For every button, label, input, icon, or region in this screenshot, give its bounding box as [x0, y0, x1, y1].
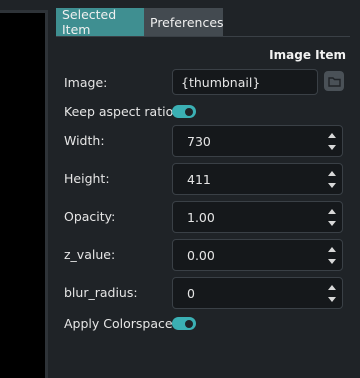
tab-selected-item[interactable]: Selected Item — [56, 7, 144, 37]
height-label: Height: — [64, 171, 110, 186]
browse-button[interactable] — [324, 71, 344, 91]
section-title: Image Item — [269, 48, 346, 62]
blur-radius-spinbox[interactable]: 0 — [172, 277, 343, 309]
chevron-up-icon — [328, 208, 336, 214]
chevron-up-icon — [328, 284, 336, 290]
toggle-knob — [185, 319, 193, 328]
chevron-up-icon — [328, 170, 336, 176]
z-value-increment[interactable] — [327, 245, 337, 253]
apply-colorspace-label: Apply Colorspace: — [64, 316, 177, 331]
width-spinbox[interactable]: 730 — [172, 125, 343, 157]
chevron-down-icon — [328, 258, 336, 264]
panel-scrollbar[interactable] — [350, 0, 360, 378]
opacity-value: 1.00 — [187, 210, 215, 225]
keep-aspect-toggle[interactable] — [172, 105, 196, 118]
height-value: 411 — [187, 172, 211, 187]
opacity-increment[interactable] — [327, 207, 337, 215]
canvas-preview[interactable] — [0, 10, 48, 378]
chevron-up-icon — [328, 132, 336, 138]
apply-colorspace-toggle[interactable] — [172, 317, 196, 330]
properties-panel: Image Item Image: {thumbnail} Keep aspec… — [56, 36, 360, 378]
opacity-decrement[interactable] — [327, 219, 337, 227]
z-value-decrement[interactable] — [327, 257, 337, 265]
tab-bar: Selected Item Preferences — [56, 7, 224, 37]
blur-radius-increment[interactable] — [327, 283, 337, 291]
height-decrement[interactable] — [327, 181, 337, 189]
image-label: Image: — [64, 75, 108, 90]
opacity-spinbox[interactable]: 1.00 — [172, 201, 343, 233]
folder-icon — [327, 76, 341, 87]
width-increment[interactable] — [327, 131, 337, 139]
chevron-up-icon — [328, 246, 336, 252]
tab-preferences[interactable]: Preferences — [144, 8, 224, 36]
blur-radius-decrement[interactable] — [327, 295, 337, 303]
z-value-spinbox[interactable]: 0.00 — [172, 239, 343, 271]
editor-root: Selected Item Preferences Image Item Ima… — [0, 0, 360, 378]
z-value-value: 0.00 — [187, 248, 215, 263]
width-label: Width: — [64, 133, 105, 148]
height-spinbox[interactable]: 411 — [172, 163, 343, 195]
image-path-value: {thumbnail} — [181, 74, 261, 90]
height-increment[interactable] — [327, 169, 337, 177]
blur-radius-label: blur_radius: — [64, 285, 138, 300]
image-path-field[interactable]: {thumbnail} — [172, 69, 318, 95]
keep-aspect-label: Keep aspect ratio: — [64, 104, 178, 119]
chevron-down-icon — [328, 182, 336, 188]
chevron-down-icon — [328, 296, 336, 302]
width-value: 730 — [187, 134, 211, 149]
blur-radius-value: 0 — [187, 286, 195, 301]
toggle-knob — [185, 107, 193, 116]
chevron-down-icon — [328, 144, 336, 150]
opacity-label: Opacity: — [64, 209, 116, 224]
z-value-label: z_value: — [64, 247, 116, 262]
chevron-down-icon — [328, 220, 336, 226]
width-decrement[interactable] — [327, 143, 337, 151]
